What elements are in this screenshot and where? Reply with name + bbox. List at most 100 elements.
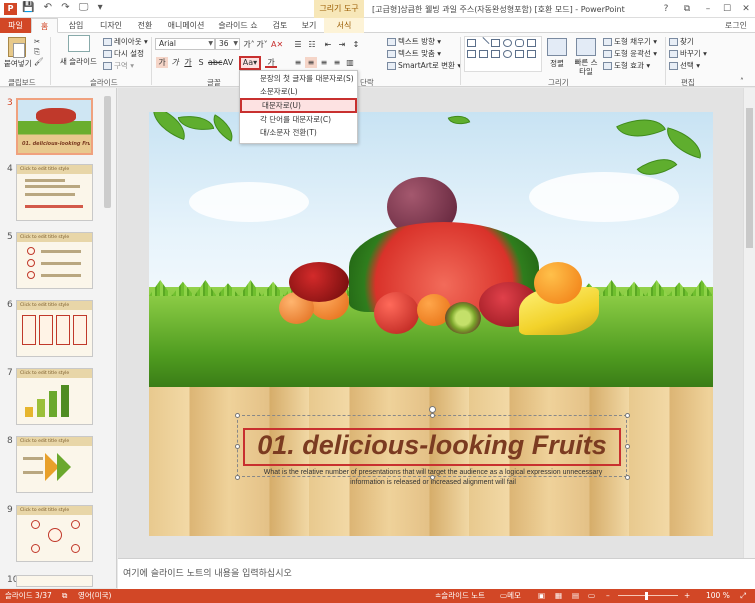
rotate-handle-icon[interactable]: [429, 406, 436, 413]
editor-scrollbar[interactable]: [743, 88, 755, 558]
slide-thumbnail[interactable]: Click to edit title style: [16, 368, 93, 425]
font-name-field[interactable]: Arial ▼: [155, 38, 215, 50]
spell-check-icon[interactable]: ⧉: [62, 589, 67, 603]
shape-brace-icon[interactable]: [479, 50, 488, 58]
tab-insert[interactable]: 삽입: [62, 18, 90, 33]
new-slide-icon[interactable]: [68, 35, 90, 52]
slide-subtitle[interactable]: What is the relative number of presentat…: [249, 468, 617, 488]
paste-icon[interactable]: [8, 37, 26, 58]
tab-home[interactable]: 홈: [31, 18, 58, 33]
shapes-gallery[interactable]: [464, 36, 542, 72]
slide-canvas[interactable]: 01. delicious-looking Fruits What is the…: [149, 112, 713, 536]
tab-design[interactable]: 디자인: [94, 18, 128, 33]
ribbon-display-icon[interactable]: ⧉: [676, 0, 698, 18]
tab-format[interactable]: 서식: [324, 18, 364, 33]
increase-indent-icon[interactable]: ⇥: [336, 39, 348, 50]
shadow-button[interactable]: S: [195, 57, 207, 68]
shape-fill-button[interactable]: 도형 채우기 ▾: [603, 36, 657, 47]
clear-format-icon[interactable]: A✕: [271, 39, 283, 50]
reading-view-icon[interactable]: ▤: [572, 589, 579, 603]
collapse-ribbon-icon[interactable]: ˄: [740, 77, 744, 86]
shape-more-icon[interactable]: [527, 50, 536, 58]
comments-toggle[interactable]: ▭ 메모: [500, 589, 521, 603]
slide-thumbnail[interactable]: Click to edit title style: [16, 164, 93, 221]
shape-arrow-icon[interactable]: [467, 50, 476, 58]
shape-outline-button[interactable]: 도형 윤곽선 ▾: [603, 48, 657, 59]
shrink-font-icon[interactable]: 가˅: [256, 39, 268, 50]
close-button[interactable]: ✕: [735, 0, 755, 18]
text-direction-button[interactable]: 텍스트 방향 ▾: [387, 36, 441, 47]
font-size-field[interactable]: 36 ▼: [215, 38, 240, 50]
help-icon[interactable]: ?: [655, 0, 677, 18]
slide-thumbnail[interactable]: Click to edit title style: [16, 232, 93, 289]
shape-rectangle-icon[interactable]: [491, 39, 500, 47]
slide-thumbnail[interactable]: Click to edit title style: [16, 436, 93, 493]
find-button[interactable]: 찾기: [669, 36, 694, 47]
login-link[interactable]: 로그인: [725, 20, 747, 31]
cut-icon[interactable]: ✂: [34, 37, 40, 46]
reset-button[interactable]: 다시 설정: [103, 48, 144, 59]
font-color-icon[interactable]: 가: [265, 57, 277, 68]
shape-effects-button[interactable]: 도형 효과 ▾: [603, 60, 650, 71]
zoom-slider-thumb[interactable]: [645, 592, 648, 600]
line-spacing-icon[interactable]: ↕: [350, 39, 362, 50]
shape-star-icon[interactable]: [491, 50, 500, 58]
grow-font-icon[interactable]: 가˄: [243, 39, 255, 50]
menu-sentence-case[interactable]: 문장의 첫 글자를 대문자로(S): [240, 73, 357, 85]
normal-view-icon[interactable]: ▣: [538, 589, 545, 603]
zoom-out-button[interactable]: –: [606, 589, 610, 603]
align-text-button[interactable]: 텍스트 맞춤 ▾: [387, 48, 441, 59]
shape-triangle-icon[interactable]: [527, 39, 536, 47]
numbering-icon[interactable]: ☷: [306, 39, 318, 50]
quick-access-toolbar[interactable]: 💾 ↶ ↷ 🖵 ▾: [22, 2, 106, 13]
section-button[interactable]: 구역 ▾: [103, 60, 134, 71]
underline-button[interactable]: 가: [182, 57, 194, 68]
arrange-button[interactable]: 정렬: [547, 38, 567, 69]
columns-icon[interactable]: ▥: [344, 57, 356, 68]
bullets-icon[interactable]: ☰: [292, 39, 304, 50]
change-case-button[interactable]: Aa▾: [239, 56, 261, 70]
shape-rounded-rect-icon[interactable]: [515, 39, 524, 47]
shape-textbox-icon[interactable]: [467, 39, 476, 47]
language-indicator[interactable]: 영어(미국): [78, 589, 111, 603]
tab-file[interactable]: 파일: [0, 18, 31, 33]
tab-view[interactable]: 보기: [296, 18, 322, 33]
align-center-icon[interactable]: ≡: [305, 57, 317, 68]
thumbnail-scrollbar[interactable]: [104, 96, 111, 208]
notes-pane[interactable]: 여기에 슬라이드 노트의 내용을 입력하십시오: [118, 558, 755, 589]
replace-button[interactable]: 바꾸기 ▾: [669, 48, 707, 59]
menu-toggle-case[interactable]: 대/소문자 전환(T): [240, 127, 357, 139]
align-right-icon[interactable]: ≡: [318, 57, 330, 68]
slide-sorter-icon[interactable]: ▦: [555, 589, 562, 603]
menu-capitalize-each-word[interactable]: 각 단어를 대문자로(C): [240, 114, 357, 126]
slide-thumbnail[interactable]: [16, 575, 93, 587]
shape-callout-icon[interactable]: [515, 50, 524, 58]
tab-review[interactable]: 검토: [266, 18, 294, 33]
zoom-slider[interactable]: [618, 595, 678, 596]
fit-to-window-icon[interactable]: ⤢: [740, 589, 746, 603]
slide-title[interactable]: 01. delicious-looking Fruits: [243, 430, 621, 461]
decrease-indent-icon[interactable]: ⇤: [322, 39, 334, 50]
zoom-level[interactable]: 100 %: [706, 589, 730, 603]
justify-icon[interactable]: ≡: [331, 57, 343, 68]
zoom-in-button[interactable]: +: [684, 589, 690, 603]
notes-toggle[interactable]: ≐ 슬라이드 노트: [435, 589, 485, 603]
copy-icon[interactable]: ⎘: [34, 47, 40, 57]
paste-button[interactable]: 붙여넣기: [4, 58, 32, 69]
char-spacing-icon[interactable]: AV: [222, 57, 234, 68]
slide-thumbnail[interactable]: Click to edit title style: [16, 505, 93, 562]
menu-lowercase[interactable]: 소문자로(L): [240, 86, 357, 98]
shape-line-icon[interactable]: [477, 36, 490, 50]
bold-button[interactable]: 가: [156, 57, 168, 68]
tab-transitions[interactable]: 전환: [131, 18, 159, 33]
format-painter-icon[interactable]: 🖌: [34, 57, 44, 66]
new-slide-button[interactable]: 새 슬라이드: [60, 56, 97, 67]
shape-oval-icon[interactable]: [503, 39, 512, 47]
slideshow-icon[interactable]: ▭: [588, 589, 595, 603]
slide-thumbnail[interactable]: 01. delicious-looking Fruits: [16, 98, 93, 155]
align-left-icon[interactable]: ≡: [292, 57, 304, 68]
smartart-button[interactable]: SmartArt로 변환 ▾: [387, 60, 461, 71]
strikethrough-button[interactable]: abc: [208, 57, 222, 68]
menu-uppercase[interactable]: 대문자로(U): [240, 98, 357, 113]
slide-thumbnail[interactable]: Click to edit title style: [16, 300, 93, 357]
